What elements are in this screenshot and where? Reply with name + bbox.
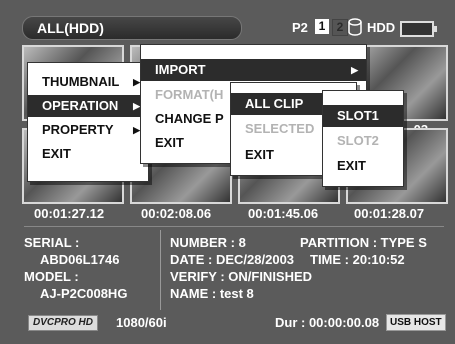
menu-item-label: FORMAT(H	[155, 87, 224, 102]
partition-value: PARTITION : TYPE S	[300, 235, 427, 250]
hdd-icon	[348, 18, 362, 36]
date-value: DATE : DEC/28/2003	[170, 252, 295, 267]
screen: ALL(HDD) P2 1 2 HDD .03 00:01:27.12 00:0…	[0, 0, 455, 344]
thumbnail-timecode: 00:01:45.06	[248, 206, 319, 221]
arrow-right-icon: ▶	[133, 101, 140, 111]
title-text: ALL(HDD)	[37, 20, 104, 36]
battery-icon	[400, 21, 437, 37]
arrow-right-icon: ▶	[133, 77, 140, 87]
menu-item-label: SLOT2	[337, 133, 379, 148]
codec-badge: DVCPRO HD	[28, 315, 99, 331]
usb-host-badge: USB HOST	[386, 314, 446, 331]
menu-item-label: CHANGE P	[155, 111, 224, 126]
menu-item-label: IMPORT	[155, 62, 206, 77]
menu-item-slot1[interactable]: SLOT1	[323, 105, 403, 127]
menu-item-import[interactable]: IMPORT ▶	[141, 59, 366, 81]
menu-item-property[interactable]: PROPERTY ▶	[28, 119, 148, 141]
menu-item-label: SELECTED	[245, 121, 315, 136]
menu-item-exit[interactable]: EXIT	[28, 143, 148, 165]
number-value: NUMBER : 8	[170, 235, 246, 250]
thumbnail-timecode: 00:01:27.12	[34, 206, 105, 221]
menu-item-label: SLOT1	[337, 108, 379, 123]
p2-label: P2	[292, 20, 308, 35]
menu-item-label: EXIT	[155, 135, 184, 150]
menu-item-label: EXIT	[245, 147, 274, 162]
model-label: MODEL :	[24, 269, 79, 284]
main-menu: THUMBNAIL ▶ OPERATION ▶ PROPERTY ▶ EXIT	[27, 62, 149, 182]
thumbnail-timecode: 00:01:28.07	[354, 206, 425, 221]
menu-item-exit[interactable]: EXIT	[323, 155, 403, 177]
model-value: AJ-P2C008HG	[40, 286, 128, 301]
arrow-right-icon: ▶	[351, 65, 358, 75]
time-value: TIME : 20:10:52	[310, 252, 405, 267]
hdd-label: HDD	[367, 20, 396, 35]
menu-item-label: ALL CLIP	[245, 96, 304, 111]
video-format: 1080/60i	[116, 315, 167, 330]
name-value: NAME : test 8	[170, 286, 254, 301]
title-bar: ALL(HDD)	[22, 16, 242, 40]
serial-value: ABD06L1746	[40, 252, 120, 267]
arrow-right-icon: ▶	[133, 125, 140, 135]
slot2-indicator: 2	[332, 19, 348, 36]
duration: Dur : 00:00:00.08	[275, 315, 380, 330]
info-divider	[160, 230, 161, 310]
serial-label: SERIAL :	[24, 235, 80, 250]
menu-item-label: OPERATION	[42, 98, 119, 113]
slot1-indicator: 1	[315, 19, 329, 34]
slot-menu: SLOT1 SLOT2 EXIT	[322, 90, 404, 187]
menu-item-slot2: SLOT2	[323, 130, 403, 152]
thumbnail-timecode: 00:02:08.06	[141, 206, 212, 221]
menu-item-operation[interactable]: OPERATION ▶	[28, 95, 148, 117]
menu-item-label: EXIT	[42, 146, 71, 161]
menu-item-label: EXIT	[337, 158, 366, 173]
verify-value: VERIFY : ON/FINISHED	[170, 269, 313, 284]
menu-item-thumbnail[interactable]: THUMBNAIL ▶	[28, 71, 148, 93]
menu-item-label: PROPERTY	[42, 122, 114, 137]
menu-item-label: THUMBNAIL	[42, 74, 120, 89]
